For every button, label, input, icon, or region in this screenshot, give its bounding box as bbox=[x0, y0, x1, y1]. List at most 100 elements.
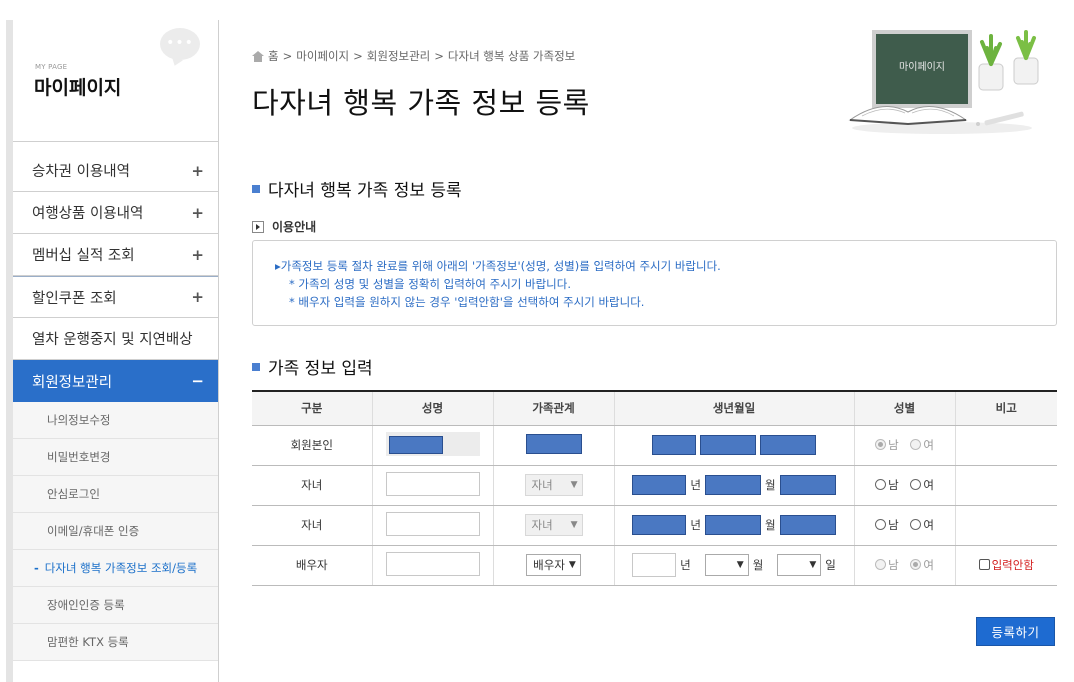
redaction-box bbox=[632, 515, 687, 535]
sidebar-item-label: 회원정보관리 bbox=[32, 374, 113, 391]
relation-cell: 자녀 ▼ bbox=[492, 465, 614, 506]
birthdate-cell: 년 월 bbox=[613, 465, 854, 506]
submenu-item-family-info[interactable]: - 다자녀 행복 가족정보 조회/등록 bbox=[13, 550, 218, 587]
header-relation: 가족관계 bbox=[492, 390, 614, 426]
name-cell bbox=[371, 545, 493, 586]
sidebar-item-member-info[interactable]: 회원정보관리 − bbox=[13, 360, 218, 402]
birth-year-input[interactable] bbox=[632, 553, 677, 577]
redaction-box bbox=[700, 435, 756, 455]
sidebar-item-coupons[interactable]: 할인쿠폰 조회 + bbox=[13, 276, 218, 318]
breadcrumb: 홈 > 마이페이지 > 회원정보관리 > 다자녀 행복 상품 가족정보 bbox=[252, 48, 575, 64]
month-unit: 월 bbox=[752, 558, 764, 572]
note-cell bbox=[954, 425, 1057, 466]
sidebar-item-travel-history[interactable]: 여행상품 이용내역 + bbox=[13, 192, 218, 234]
submenu-item-disability[interactable]: 장애인인증 등록 bbox=[13, 587, 218, 624]
note-cell bbox=[954, 465, 1057, 506]
section-title-text: 가족 정보 입력 bbox=[268, 359, 373, 379]
relation-cell: 배우자 ▼ bbox=[492, 545, 614, 586]
table-row: 자녀 자녀 ▼ 년 월 남 여 bbox=[252, 465, 1057, 506]
square-bullet-icon bbox=[252, 362, 260, 371]
section-title-family-input: 가족 정보 입력 bbox=[252, 354, 373, 379]
table-header-row: 구분 성명 가족관계 생년월일 성별 비고 bbox=[252, 390, 1057, 426]
relation-select: 자녀 ▼ bbox=[524, 514, 583, 536]
gender-cell: 남 여 bbox=[853, 505, 955, 546]
redaction-box bbox=[705, 475, 761, 495]
sidebar-item-membership[interactable]: 멤버십 실적 조회 + bbox=[13, 234, 218, 276]
birth-month-select[interactable]: ▼ bbox=[704, 554, 749, 576]
redaction-box bbox=[525, 433, 582, 454]
submenu-item-safe-login[interactable]: 안심로그인 bbox=[13, 476, 218, 513]
breadcrumb-separator: > bbox=[282, 49, 293, 63]
breadcrumb-mypage[interactable]: 마이페이지 bbox=[296, 48, 349, 64]
name-input[interactable] bbox=[385, 551, 480, 576]
gender-male-radio: 남 bbox=[875, 437, 899, 453]
family-table: 구분 성명 가족관계 생년월일 성별 비고 회원본인 남 여 자녀 자녀 ▼ 년… bbox=[252, 390, 1057, 586]
plus-icon: + bbox=[191, 288, 204, 306]
row-type: 배우자 bbox=[252, 545, 372, 586]
sidebar: MY PAGE 마이페이지 ••• 승차권 이용내역 + 여행상품 이용내역 +… bbox=[13, 20, 219, 682]
register-button[interactable]: 등록하기 bbox=[976, 617, 1055, 646]
chevron-down-icon: ▼ bbox=[736, 560, 744, 570]
breadcrumb-home[interactable]: 홈 bbox=[268, 48, 279, 64]
sidebar-small-title: MY PAGE bbox=[35, 63, 68, 71]
sidebar-item-label: 승차권 이용내역 bbox=[32, 164, 130, 180]
sidebar-header: MY PAGE 마이페이지 ••• bbox=[13, 20, 218, 142]
skip-label: 입력안함 bbox=[991, 557, 1034, 572]
chalkboard-text: 마이페이지 bbox=[899, 61, 945, 73]
relation-cell bbox=[492, 425, 614, 466]
minus-icon: − bbox=[191, 372, 204, 390]
submenu-item-mom-ktx[interactable]: 맘편한 KTX 등록 bbox=[13, 624, 218, 661]
guide-line: * 배우자 입력을 원하지 않는 경우 '입력안함'을 선택하여 주시기 바랍니… bbox=[289, 295, 645, 309]
plus-icon: + bbox=[191, 203, 204, 222]
submenu-item-verify-contact[interactable]: 이메일/휴대폰 인증 bbox=[13, 513, 218, 550]
row-type: 자녀 bbox=[252, 505, 372, 546]
year-unit: 년 bbox=[690, 518, 701, 532]
gender-cell: 남 여 bbox=[853, 425, 955, 466]
name-input[interactable] bbox=[385, 511, 480, 536]
home-icon[interactable] bbox=[252, 50, 264, 62]
name-cell bbox=[371, 465, 493, 506]
plus-icon: + bbox=[191, 161, 204, 180]
table-row: 회원본인 남 여 bbox=[252, 425, 1057, 466]
header-gender: 성별 bbox=[853, 390, 955, 426]
chevron-down-icon: ▼ bbox=[570, 480, 578, 490]
guide-label: 이용안내 bbox=[252, 218, 316, 235]
table-row: 배우자 배우자 ▼ 년 ▼ 월 ▼ 일 남 여 입력안함 bbox=[252, 545, 1057, 586]
plus-icon: + bbox=[191, 245, 204, 264]
year-unit: 년 bbox=[680, 558, 691, 572]
year-unit: 년 bbox=[690, 478, 701, 492]
gender-male-radio: 남 bbox=[875, 557, 899, 573]
row-type: 자녀 bbox=[252, 465, 372, 506]
submenu-item-label: 다자녀 행복 가족정보 조회/등록 bbox=[44, 561, 198, 575]
birthdate-cell: 년 ▼ 월 ▼ 일 bbox=[613, 545, 854, 586]
breadcrumb-separator: > bbox=[353, 49, 363, 63]
redaction-box bbox=[705, 515, 761, 535]
play-box-icon bbox=[252, 220, 264, 233]
month-unit: 월 bbox=[765, 478, 776, 492]
gender-female-radio[interactable]: 여 bbox=[910, 477, 934, 493]
relation-cell: 자녀 ▼ bbox=[492, 505, 614, 546]
gender-male-radio[interactable]: 남 bbox=[875, 517, 899, 533]
note-cell bbox=[954, 505, 1057, 546]
name-input[interactable] bbox=[385, 471, 480, 496]
relation-select[interactable]: 배우자 ▼ bbox=[526, 554, 581, 576]
submenu-item-edit-info[interactable]: 나의정보수정 bbox=[13, 402, 218, 439]
breadcrumb-member-info[interactable]: 회원정보관리 bbox=[367, 48, 430, 64]
sidebar-item-ticket-history[interactable]: 승차권 이용내역 + bbox=[13, 150, 218, 192]
square-bullet-icon bbox=[252, 184, 260, 193]
redaction-box bbox=[388, 435, 443, 454]
sidebar-item-delay-compensation[interactable]: 열차 운행중지 및 지연배상 bbox=[13, 318, 218, 360]
row-type: 회원본인 bbox=[252, 425, 372, 466]
skip-spouse-checkbox[interactable]: 입력안함 bbox=[978, 557, 1034, 573]
sidebar-item-label: 멤버십 실적 조회 bbox=[32, 248, 135, 264]
birth-day-select[interactable]: ▼ bbox=[777, 554, 822, 576]
submenu-item-change-password[interactable]: 비밀번호변경 bbox=[13, 439, 218, 476]
name-field bbox=[385, 431, 480, 456]
note-cell: 입력안함 bbox=[954, 545, 1057, 586]
gender-male-radio[interactable]: 남 bbox=[875, 477, 899, 493]
day-unit: 일 bbox=[825, 558, 836, 572]
breadcrumb-separator: > bbox=[434, 49, 444, 63]
table-row: 자녀 자녀 ▼ 년 월 남 여 bbox=[252, 505, 1057, 546]
section-title-register: 다자녀 행복 가족 정보 등록 bbox=[252, 176, 462, 201]
gender-female-radio[interactable]: 여 bbox=[910, 517, 934, 533]
